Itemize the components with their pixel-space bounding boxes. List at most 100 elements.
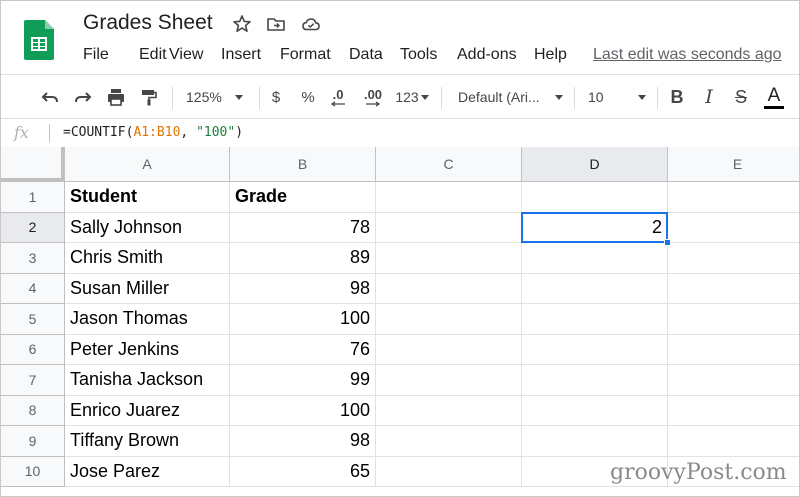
- more-formats-button[interactable]: 123: [394, 87, 430, 107]
- cell-e1[interactable]: [668, 182, 799, 213]
- cell-c1[interactable]: [376, 182, 522, 213]
- cloud-saved-icon[interactable]: [301, 14, 321, 34]
- cell-d7[interactable]: [522, 365, 668, 396]
- row-header-4[interactable]: 4: [1, 273, 65, 304]
- row-header-8[interactable]: 8: [1, 395, 65, 426]
- cell-d4[interactable]: [522, 273, 668, 304]
- cell-e6[interactable]: [668, 335, 799, 365]
- sheets-logo-icon[interactable]: [24, 20, 54, 60]
- menu-format[interactable]: Format: [280, 46, 331, 64]
- cell-a9[interactable]: Tiffany Brown: [65, 426, 230, 457]
- row-header-3[interactable]: 3: [1, 243, 65, 274]
- font-select[interactable]: Default (Ari...: [458, 87, 563, 107]
- cell-b10[interactable]: 65: [230, 456, 376, 487]
- column-header-a[interactable]: A: [65, 147, 230, 182]
- row-header-5[interactable]: 5: [1, 304, 65, 335]
- undo-icon[interactable]: [39, 87, 61, 107]
- menu-insert[interactable]: Insert: [221, 46, 261, 64]
- print-icon[interactable]: [105, 87, 127, 107]
- cell-b9[interactable]: 98: [230, 426, 376, 457]
- cell-e5[interactable]: [668, 304, 799, 335]
- cell-d8[interactable]: [522, 395, 668, 426]
- cell-e7[interactable]: [668, 365, 799, 396]
- cell-c7[interactable]: [376, 365, 522, 396]
- cell-e9[interactable]: [668, 426, 799, 457]
- document-title[interactable]: Grades Sheet: [83, 11, 213, 35]
- text-color-button[interactable]: A: [763, 84, 785, 110]
- percent-format-button[interactable]: %: [299, 87, 317, 107]
- cell-b3[interactable]: 89: [230, 243, 376, 274]
- menu-edit[interactable]: Edit: [139, 46, 167, 64]
- column-header-d[interactable]: D: [522, 147, 668, 182]
- cell-b6[interactable]: 76: [230, 334, 376, 365]
- cell-b1[interactable]: Grade: [230, 182, 376, 213]
- decrease-decimal-button[interactable]: .0: [328, 87, 348, 107]
- cell-c8[interactable]: [376, 395, 522, 426]
- cell-d5[interactable]: [522, 304, 668, 335]
- font-size-select[interactable]: 10: [588, 87, 646, 107]
- toolbar: 125% $ % .0 .00 123 Default (Ari... 10 B: [1, 74, 799, 119]
- cell-c6[interactable]: [376, 334, 522, 365]
- row-header-9[interactable]: 9: [1, 426, 65, 457]
- column-header-e[interactable]: E: [668, 147, 799, 182]
- font-value: Default (Ari...: [458, 89, 540, 105]
- strikethrough-button[interactable]: S: [732, 87, 750, 107]
- zoom-select[interactable]: 125%: [186, 87, 248, 107]
- cell-a3[interactable]: Chris Smith: [65, 243, 230, 274]
- row-header-7[interactable]: 7: [1, 365, 65, 396]
- menu-data[interactable]: Data: [349, 46, 383, 64]
- menu-view[interactable]: View: [169, 46, 203, 64]
- cell-d6[interactable]: [522, 334, 668, 365]
- cell-a5[interactable]: Jason Thomas: [65, 304, 230, 335]
- cell-e3[interactable]: [668, 243, 799, 274]
- cell-a6[interactable]: Peter Jenkins: [65, 334, 230, 365]
- cell-c4[interactable]: [376, 273, 522, 304]
- cell-a10[interactable]: Jose Parez: [65, 456, 230, 487]
- cell-a8[interactable]: Enrico Juarez: [65, 395, 230, 426]
- menu-help[interactable]: Help: [534, 46, 567, 64]
- bold-button[interactable]: B: [668, 87, 686, 107]
- last-edit-link[interactable]: Last edit was seconds ago: [593, 46, 782, 64]
- cell-d3[interactable]: [522, 243, 668, 274]
- select-all-corner[interactable]: [1, 147, 65, 182]
- cell-b7[interactable]: 99: [230, 365, 376, 396]
- cell-e8[interactable]: [668, 396, 799, 426]
- star-icon[interactable]: [232, 14, 252, 34]
- cell-b4[interactable]: 98: [230, 273, 376, 304]
- font-size-value: 10: [588, 89, 604, 105]
- currency-format-button[interactable]: $: [267, 87, 285, 107]
- italic-button[interactable]: I: [700, 86, 718, 108]
- move-to-folder-icon[interactable]: [266, 14, 286, 34]
- cell-c2[interactable]: [376, 212, 522, 243]
- cell-b5[interactable]: 100: [230, 304, 376, 335]
- cell-e4[interactable]: [668, 274, 799, 304]
- cell-e2[interactable]: [668, 213, 799, 243]
- redo-icon[interactable]: [72, 87, 94, 107]
- increase-decimal-button[interactable]: .00: [361, 87, 385, 107]
- cell-a2[interactable]: Sally Johnson: [65, 212, 230, 243]
- cell-c10[interactable]: [376, 456, 522, 487]
- row-header-1[interactable]: 1: [1, 182, 65, 213]
- formula-input[interactable]: =COUNTIF(A1:B10, "100"): [63, 125, 243, 140]
- row-header-2[interactable]: 2: [1, 212, 65, 243]
- cell-a1[interactable]: Student: [65, 182, 230, 213]
- paint-format-icon[interactable]: [138, 87, 160, 107]
- cell-c5[interactable]: [376, 304, 522, 335]
- column-header-b[interactable]: B: [230, 147, 376, 182]
- cell-c9[interactable]: [376, 426, 522, 457]
- cell-a4[interactable]: Susan Miller: [65, 273, 230, 304]
- cell-c3[interactable]: [376, 243, 522, 274]
- menu-tools[interactable]: Tools: [400, 46, 437, 64]
- column-header-c[interactable]: C: [376, 147, 522, 182]
- cell-d9[interactable]: [522, 426, 668, 457]
- cell-b2[interactable]: 78: [230, 212, 376, 243]
- fill-handle[interactable]: [664, 239, 671, 246]
- cell-a7[interactable]: Tanisha Jackson: [65, 365, 230, 396]
- menu-file[interactable]: File: [83, 46, 109, 64]
- row-header-10[interactable]: 10: [1, 456, 65, 487]
- menu-add-ons[interactable]: Add-ons: [457, 46, 517, 64]
- cell-d1[interactable]: [522, 182, 668, 213]
- cell-b8[interactable]: 100: [230, 395, 376, 426]
- row-header-6[interactable]: 6: [1, 334, 65, 365]
- fx-icon: fx: [14, 123, 29, 142]
